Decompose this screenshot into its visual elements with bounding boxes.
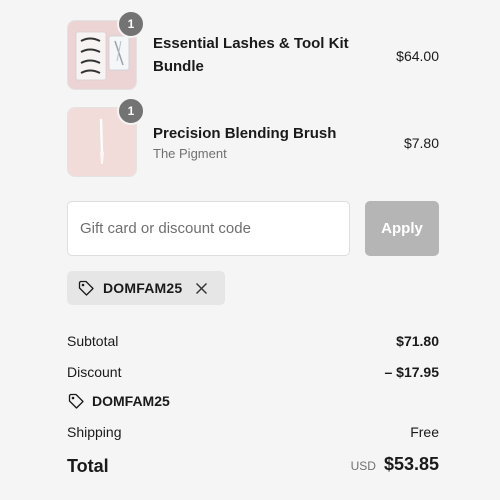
- tag-icon: [68, 393, 84, 409]
- remove-discount-button[interactable]: [194, 281, 208, 295]
- discount-code-line: DOMFAM25: [67, 392, 170, 410]
- close-icon: [195, 282, 207, 294]
- shipping-value: Free: [410, 424, 439, 440]
- apply-button[interactable]: Apply: [365, 201, 439, 256]
- product-thumbnail: 1: [67, 10, 145, 90]
- line-item: 1 Precision Blending Brush The Pigment $…: [67, 97, 439, 179]
- summary-discount-code: DOMFAM25: [92, 393, 170, 409]
- product-name: Precision Blending Brush: [153, 125, 337, 142]
- applied-discount-chip: DOMFAM25: [67, 271, 225, 305]
- total-currency: USD: [350, 459, 376, 473]
- discount-label: Discount: [67, 364, 122, 380]
- total-value: $53.85: [383, 454, 439, 474]
- discount-form: Apply: [67, 201, 439, 256]
- shipping-label: Shipping: [67, 424, 122, 440]
- total-row: Total USD $53.85: [67, 454, 439, 480]
- line-item: 1 Essential Lashes & Tool Kit Bundle $64…: [67, 10, 439, 92]
- tag-icon: [78, 280, 94, 296]
- product-price: $64.00: [396, 48, 439, 64]
- discount-code-input[interactable]: [67, 201, 350, 256]
- product-price: $7.80: [403, 135, 439, 151]
- product-name: Essential Lashes & Tool Kit Bundle: [153, 35, 349, 75]
- subtotal-label: Subtotal: [67, 333, 119, 349]
- quantity-badge: 1: [117, 97, 145, 125]
- applied-discount-code: DOMFAM25: [103, 280, 183, 296]
- product-vendor: The Pigment: [153, 146, 227, 161]
- product-thumbnail: 1: [67, 97, 145, 177]
- total-label: Total: [67, 456, 109, 476]
- subtotal-value: $71.80: [396, 333, 439, 349]
- discount-value: – $17.95: [384, 364, 440, 380]
- total-amount: USD $53.85: [351, 454, 439, 475]
- quantity-badge: 1: [117, 10, 145, 38]
